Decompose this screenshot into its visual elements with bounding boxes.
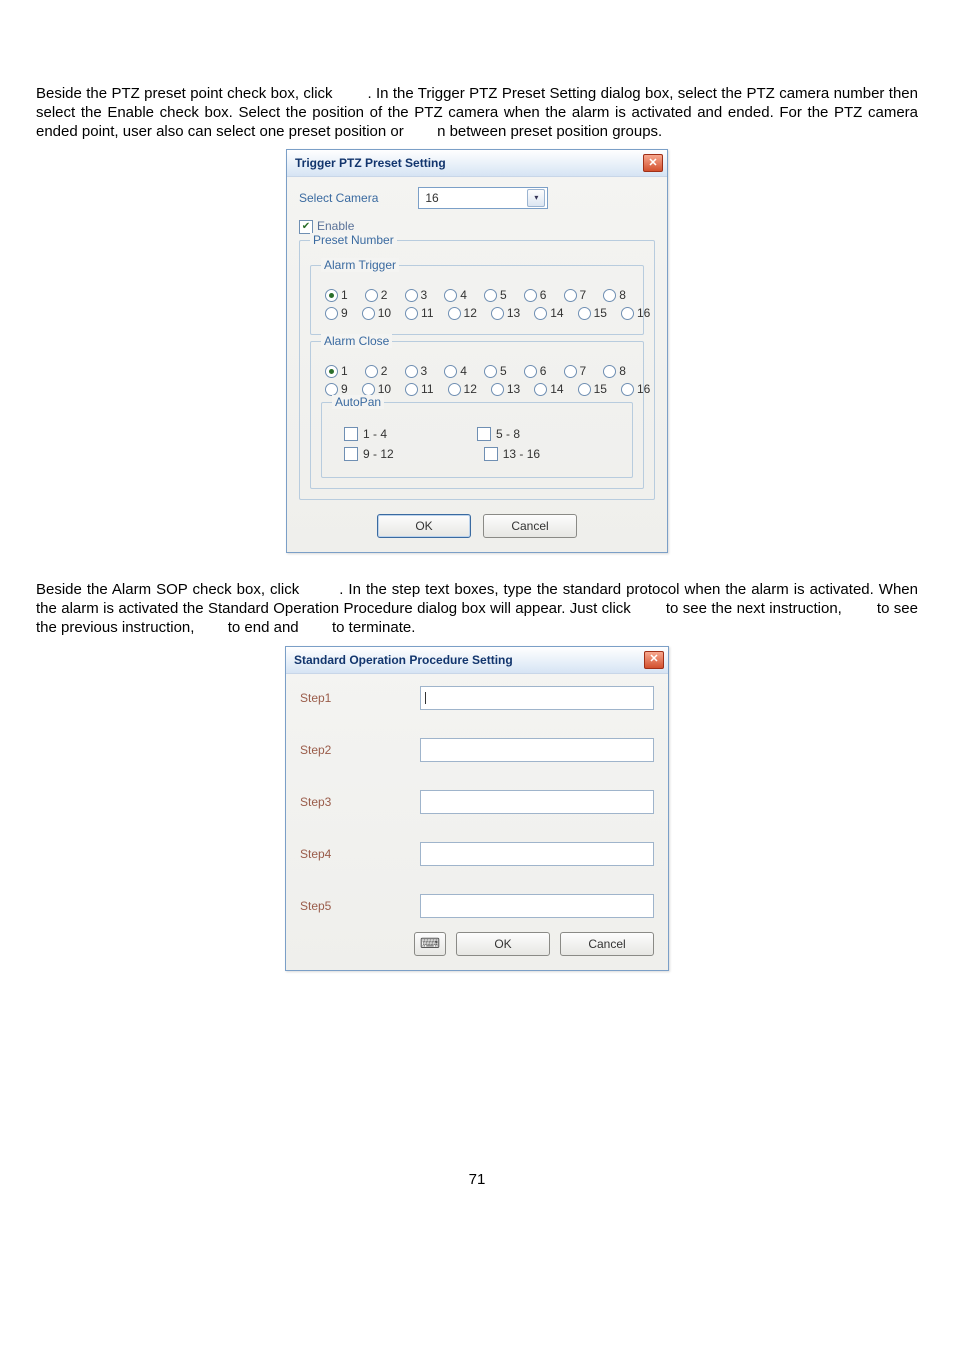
alarm-close-group: Alarm Close 1 2 3 4 5 6 7 8 9 10 11 [310, 341, 644, 489]
step4-input[interactable] [420, 842, 654, 866]
step5-label: Step5 [300, 899, 420, 913]
close-radio-9[interactable]: 9 [325, 382, 348, 396]
trigger-radio-15[interactable]: 15 [578, 306, 607, 320]
step3-label: Step3 [300, 795, 420, 809]
close-radio-11[interactable]: 11 [405, 382, 433, 396]
camera-select-value: 16 [425, 191, 438, 205]
trigger-radio-14[interactable]: 14 [534, 306, 563, 320]
trigger-ptz-dialog: Trigger PTZ Preset Setting ✕ Select Came… [286, 149, 668, 553]
close-icon[interactable]: ✕ [644, 651, 664, 669]
step1-input[interactable] [420, 686, 654, 710]
camera-select[interactable]: 16 ▾ [418, 187, 548, 209]
step5-input[interactable] [420, 894, 654, 918]
page-number: 71 [36, 1171, 918, 1188]
close-radio-10[interactable]: 10 [362, 382, 391, 396]
alarm-close-legend: Alarm Close [321, 334, 392, 348]
keyboard-icon[interactable]: ⌨ [414, 932, 446, 956]
cancel-button[interactable]: Cancel [560, 932, 654, 956]
trigger-radio-3[interactable]: 3 [405, 288, 431, 302]
autopan-group: AutoPan 1 - 4 5 - 8 9 - 12 13 - 16 [321, 402, 633, 478]
enable-checkbox[interactable]: ✔ [299, 220, 313, 234]
autopan-5-8[interactable]: 5 - 8 [477, 427, 520, 441]
paragraph-2: Beside the Alarm SOP check box, click . … [36, 581, 918, 637]
cancel-button[interactable]: Cancel [483, 514, 577, 538]
trigger-radio-9[interactable]: 9 [325, 306, 348, 320]
trigger-radio-12[interactable]: 12 [448, 306, 477, 320]
step2-input[interactable] [420, 738, 654, 762]
trigger-radio-13[interactable]: 13 [491, 306, 520, 320]
trigger-radio-16[interactable]: 16 [621, 306, 650, 320]
trigger-radio-8[interactable]: 8 [603, 288, 629, 302]
step2-label: Step2 [300, 743, 420, 757]
step1-label: Step1 [300, 691, 420, 705]
dialog-titlebar: Trigger PTZ Preset Setting ✕ [287, 150, 667, 177]
enable-label: Enable [317, 219, 354, 234]
autopan-9-12[interactable]: 9 - 12 [344, 447, 394, 461]
trigger-radio-2[interactable]: 2 [365, 288, 391, 302]
close-radio-8[interactable]: 8 [603, 364, 629, 378]
preset-number-legend: Preset Number [310, 233, 397, 247]
trigger-radio-7[interactable]: 7 [564, 288, 590, 302]
close-radio-1[interactable]: 1 [325, 364, 351, 378]
close-radio-12[interactable]: 12 [448, 382, 477, 396]
close-radio-4[interactable]: 4 [444, 364, 470, 378]
close-radio-13[interactable]: 13 [491, 382, 520, 396]
trigger-radio-4[interactable]: 4 [444, 288, 470, 302]
close-radio-14[interactable]: 14 [534, 382, 563, 396]
preset-number-group: Preset Number Alarm Trigger 1 2 3 4 5 6 … [299, 240, 655, 500]
close-icon[interactable]: ✕ [643, 154, 663, 172]
alarm-trigger-legend: Alarm Trigger [321, 258, 399, 272]
sop-dialog: Standard Operation Procedure Setting ✕ S… [285, 646, 669, 971]
close-radio-15[interactable]: 15 [578, 382, 607, 396]
chevron-down-icon[interactable]: ▾ [527, 189, 545, 207]
trigger-radio-1[interactable]: 1 [325, 288, 351, 302]
close-radio-5[interactable]: 5 [484, 364, 510, 378]
close-radio-3[interactable]: 3 [405, 364, 431, 378]
trigger-radio-5[interactable]: 5 [484, 288, 510, 302]
autopan-1-4[interactable]: 1 - 4 [344, 427, 387, 441]
close-radio-2[interactable]: 2 [365, 364, 391, 378]
close-radio-7[interactable]: 7 [564, 364, 590, 378]
ok-button[interactable]: OK [377, 514, 471, 538]
trigger-radio-6[interactable]: 6 [524, 288, 550, 302]
autopan-legend: AutoPan [332, 395, 384, 409]
paragraph-1: Beside the PTZ preset point check box, c… [36, 85, 918, 141]
close-radio-16[interactable]: 16 [621, 382, 650, 396]
dialog-titlebar: Standard Operation Procedure Setting ✕ [286, 647, 668, 674]
alarm-trigger-group: Alarm Trigger 1 2 3 4 5 6 7 8 9 10 [310, 265, 644, 335]
trigger-radio-10[interactable]: 10 [362, 306, 391, 320]
trigger-radio-11[interactable]: 11 [405, 306, 433, 320]
autopan-13-16[interactable]: 13 - 16 [484, 447, 540, 461]
dialog-title: Trigger PTZ Preset Setting [295, 156, 446, 170]
step3-input[interactable] [420, 790, 654, 814]
dialog-title: Standard Operation Procedure Setting [294, 653, 513, 667]
step4-label: Step4 [300, 847, 420, 861]
ok-button[interactable]: OK [456, 932, 550, 956]
close-radio-6[interactable]: 6 [524, 364, 550, 378]
select-camera-label: Select Camera [299, 191, 378, 205]
